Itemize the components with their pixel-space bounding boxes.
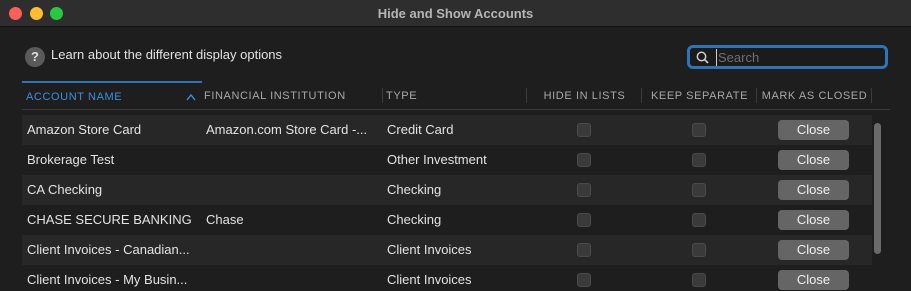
- keep-separate-checkbox[interactable]: [692, 273, 706, 287]
- type-cell: Checking: [387, 182, 442, 197]
- table-header: ACCOUNT NAME FINANCIAL INSTITUTION TYPE …: [22, 81, 890, 110]
- title-bar: Hide and Show Accounts: [0, 0, 911, 27]
- type-cell: Other Investment: [387, 152, 487, 167]
- column-label: ACCOUNT NAME: [26, 91, 123, 103]
- column-header-keep-separate[interactable]: KEEP SEPARATE: [642, 81, 757, 110]
- table-row[interactable]: Amazon Store Card Amazon.com Store Card …: [22, 115, 872, 145]
- keep-separate-checkbox[interactable]: [692, 183, 706, 197]
- keep-separate-checkbox[interactable]: [692, 123, 706, 137]
- search-icon: [696, 51, 709, 64]
- search-input[interactable]: [716, 49, 884, 66]
- hide-in-lists-checkbox[interactable]: [577, 153, 591, 167]
- vertical-scrollbar[interactable]: [872, 116, 883, 291]
- hide-in-lists-checkbox[interactable]: [577, 123, 591, 137]
- column-header-hide-in-lists[interactable]: HIDE IN LISTS: [527, 81, 642, 110]
- institution-cell: Chase: [206, 212, 244, 227]
- type-cell: Client Invoices: [387, 272, 472, 287]
- hide-in-lists-checkbox[interactable]: [577, 273, 591, 287]
- close-account-button[interactable]: Close: [778, 150, 849, 170]
- close-account-button[interactable]: Close: [778, 240, 849, 260]
- window-title: Hide and Show Accounts: [377, 6, 534, 21]
- accounts-table: ACCOUNT NAME FINANCIAL INSTITUTION TYPE …: [22, 81, 890, 291]
- table-row[interactable]: Brokerage Test Other Investment Close: [22, 145, 872, 175]
- hide-in-lists-checkbox[interactable]: [577, 213, 591, 227]
- institution-cell: [206, 145, 378, 175]
- close-account-button[interactable]: Close: [778, 210, 849, 230]
- column-header-financial-institution[interactable]: FINANCIAL INSTITUTION: [202, 81, 383, 110]
- keep-separate-checkbox[interactable]: [692, 243, 706, 257]
- table-row[interactable]: CA Checking Checking Close: [22, 175, 872, 205]
- search-field[interactable]: [687, 45, 888, 69]
- table-row[interactable]: Client Invoices - My Busin... Client Inv…: [22, 265, 872, 291]
- column-header-type[interactable]: TYPE: [383, 81, 527, 110]
- table-row[interactable]: CHASE SECURE BANKING Chase Checking Clos…: [22, 205, 872, 235]
- close-account-button[interactable]: Close: [778, 180, 849, 200]
- institution-cell: [206, 265, 378, 291]
- scrollbar-thumb[interactable]: [874, 123, 881, 254]
- account-name-cell: Brokerage Test: [27, 152, 115, 167]
- column-header-account-name[interactable]: ACCOUNT NAME: [22, 81, 202, 110]
- keep-separate-checkbox[interactable]: [692, 213, 706, 227]
- keep-separate-checkbox[interactable]: [692, 153, 706, 167]
- hide-in-lists-checkbox[interactable]: [577, 243, 591, 257]
- account-name-cell: Client Invoices - My Busin...: [27, 272, 188, 287]
- close-account-button[interactable]: Close: [778, 120, 849, 140]
- hide-in-lists-checkbox[interactable]: [577, 183, 591, 197]
- institution-cell: [206, 235, 378, 265]
- institution-cell: [206, 175, 378, 205]
- account-name-cell: Amazon Store Card: [27, 122, 142, 137]
- account-name-cell: CA Checking: [27, 182, 103, 197]
- help-text: Learn about the different display option…: [51, 47, 283, 62]
- close-account-button[interactable]: Close: [778, 270, 849, 290]
- type-cell: Checking: [387, 212, 442, 227]
- sort-ascending-icon: [186, 93, 196, 101]
- type-cell: Client Invoices: [387, 242, 472, 257]
- institution-cell: Amazon.com Store Card -...: [206, 122, 368, 137]
- type-cell: Credit Card: [387, 122, 454, 137]
- help-icon[interactable]: ?: [25, 47, 45, 67]
- column-header-mark-as-closed[interactable]: MARK AS CLOSED: [757, 81, 872, 110]
- account-name-cell: CHASE SECURE BANKING: [27, 212, 192, 227]
- table-body: Amazon Store Card Amazon.com Store Card …: [22, 115, 872, 291]
- table-row[interactable]: Client Invoices - Canadian... Client Inv…: [22, 235, 872, 265]
- account-name-cell: Client Invoices - Canadian...: [27, 242, 190, 257]
